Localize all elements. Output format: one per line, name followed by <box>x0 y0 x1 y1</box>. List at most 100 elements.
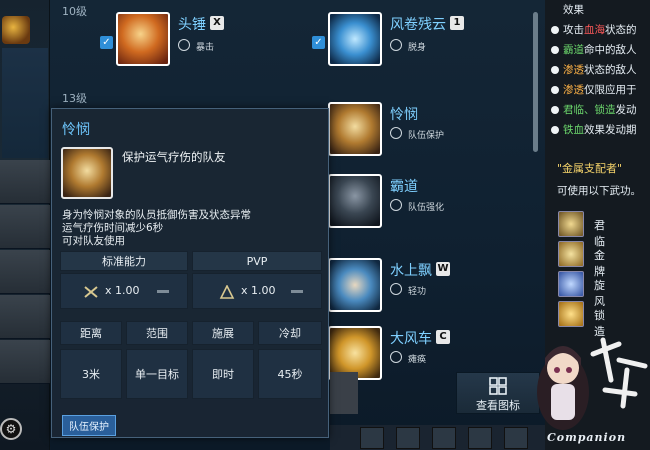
grid-icon <box>489 377 507 395</box>
skill-icon-whirlwind[interactable] <box>328 12 382 66</box>
weapon-name: 旋风 <box>594 279 605 308</box>
skill-row-water-float[interactable]: 水上飘 W 轻功 <box>328 258 528 318</box>
pvp-multiplier: x 1.00 <box>241 284 276 297</box>
skill-category: 队伍强化 <box>408 203 445 213</box>
inventory-slot[interactable] <box>0 295 50 339</box>
skill-checkbox[interactable]: ✓ <box>312 36 325 49</box>
bullet-icon <box>551 126 559 134</box>
tooltip-skill-icon <box>61 147 113 199</box>
stat-value-cast: 即时 <box>192 349 254 399</box>
info-text: 效果发动期 <box>584 124 637 136</box>
skill-row-domination[interactable]: 霸道 队伍强化 <box>328 174 528 234</box>
bullet-icon <box>551 86 559 94</box>
skill-category: 脱身 <box>408 43 427 53</box>
hotbar-slot[interactable] <box>468 427 492 449</box>
pvp-header: PVP <box>192 251 322 271</box>
hotkey-badge: W <box>436 262 450 276</box>
skill-icon-domination[interactable] <box>328 174 382 228</box>
inventory-slot[interactable] <box>0 205 50 249</box>
usable-skills-label: 可使用以下武功。 <box>557 185 641 197</box>
stat-label-cooldown: 冷却 <box>258 321 322 345</box>
hotkey-badge: X <box>210 16 224 30</box>
skill-name: 怜悯 <box>390 107 418 123</box>
dash-mark <box>157 290 169 293</box>
weapon-name: 君临 <box>594 219 605 248</box>
hotbar-slot[interactable] <box>396 427 420 449</box>
skill-checkbox[interactable]: ✓ <box>100 36 113 49</box>
item-icon[interactable] <box>2 16 30 44</box>
left-sidebar: ⚙ <box>0 0 50 450</box>
skill-tooltip: 怜悯 保护运气疗伤的队友 身为怜悯对象的队员抵御伤害及状态异常 运气疗伤时间减少… <box>51 108 329 438</box>
dash-mark <box>291 290 303 293</box>
stat-value-cooldown: 45秒 <box>258 349 322 399</box>
tooltip-desc: 可对队友使用 <box>62 235 125 247</box>
skill-name: 大风车 <box>390 331 432 347</box>
skill-category: 瘫痪 <box>408 355 427 365</box>
hotkey-badge: C <box>436 330 450 344</box>
skill-name: 水上飘 <box>390 263 432 279</box>
weapon-icon <box>558 301 584 327</box>
info-highlight: 血海 <box>584 24 605 36</box>
stat-label-range: 距离 <box>60 321 122 345</box>
skill-category-tag: 队伍保护 <box>62 415 116 436</box>
hotbar-slot[interactable] <box>432 427 456 449</box>
tooltip-title: 怜悯 <box>62 122 90 138</box>
inventory-slot[interactable] <box>0 250 50 294</box>
level-label: 10级 <box>62 5 87 18</box>
stun-icon <box>390 351 402 363</box>
info-text: 仅限应用于 <box>584 84 637 96</box>
info-highlight: 渗透 <box>563 84 584 96</box>
bullet-icon <box>551 106 559 114</box>
skill-icon-head-hammer[interactable] <box>116 12 170 66</box>
info-text: 状态的 <box>605 24 637 36</box>
critical-icon <box>178 39 190 51</box>
info-text: 效果 <box>563 4 584 16</box>
lightness-icon <box>390 283 402 295</box>
party-icon <box>390 127 402 139</box>
info-highlight: 铁血 <box>563 124 584 136</box>
standard-multiplier-cell: x 1.00 <box>60 273 188 309</box>
inventory-slot[interactable] <box>0 160 50 204</box>
skill-icon-water-float[interactable] <box>328 258 382 312</box>
title-metal-dominator: "金属支配者" <box>557 162 623 175</box>
standard-multiplier: x 1.00 <box>105 284 140 297</box>
hotkey-badge: 1 <box>450 16 464 30</box>
weapon-icon <box>558 241 584 267</box>
stat-label-area: 范围 <box>126 321 188 345</box>
skill-name: 霸道 <box>390 179 418 195</box>
settings-icon[interactable]: ⚙ <box>0 418 22 440</box>
skill-row-mercy[interactable]: 怜悯 队伍保护 <box>328 102 528 162</box>
info-text: 攻击 <box>563 24 584 36</box>
skill-category: 暴击 <box>196 43 215 53</box>
skill-row-head-hammer[interactable]: ✓ 头锤 X 暴击 <box>100 12 300 72</box>
tooltip-summary: 保护运气疗伤的队友 <box>122 150 226 164</box>
crossed-swords-icon <box>84 286 98 298</box>
skill-row-whirlwind[interactable]: ✓ 风卷残云 1 脱身 <box>312 12 512 72</box>
level-label: 13级 <box>62 92 87 105</box>
left-panel-bar <box>2 48 48 158</box>
info-highlight: 霸道 <box>563 44 584 56</box>
game-screen: ⚙ 10级 13级 ✓ 头锤 X 暴击 ✓ 风卷残云 1 脱身 怜悯 队伍保护 … <box>0 0 650 450</box>
companion-logo-text: Companion <box>547 431 627 444</box>
inventory-slot[interactable] <box>0 340 50 384</box>
stat-label-cast: 施展 <box>192 321 254 345</box>
bullet-icon <box>551 66 559 74</box>
skill-name: 风卷残云 <box>390 17 446 33</box>
pvp-icon <box>219 285 235 299</box>
pvp-multiplier-cell: x 1.00 <box>192 273 322 309</box>
info-text: 状态的敌人 <box>584 64 637 76</box>
skill-category: 轻功 <box>408 287 427 297</box>
stat-value-range: 3米 <box>60 349 122 399</box>
view-icons-label: 查看图标 <box>476 399 520 412</box>
weapon-name: 金牌 <box>594 249 605 278</box>
bullet-icon <box>551 46 559 54</box>
hotbar-slot[interactable] <box>360 427 384 449</box>
bullet-icon <box>551 26 559 34</box>
weapon-icon <box>558 271 584 297</box>
info-text: 命中的敌人 <box>584 44 637 56</box>
skill-category: 队伍保护 <box>408 131 445 141</box>
skill-icon-mercy[interactable] <box>328 102 382 156</box>
scrollbar[interactable] <box>533 12 538 152</box>
skill-name: 头锤 <box>178 17 206 33</box>
info-highlight: 君临、锁造 <box>563 104 616 116</box>
